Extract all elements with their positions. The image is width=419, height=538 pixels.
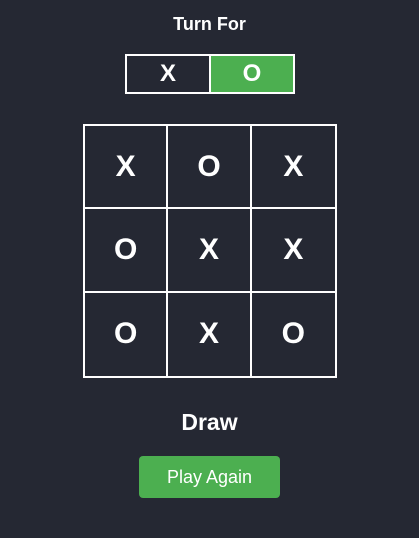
board-cell-6[interactable]: X [251,209,335,293]
turn-x-indicator: X [127,56,211,92]
board-cell-4[interactable]: O [85,209,169,293]
play-again-button[interactable]: Play Again [139,456,280,498]
game-result: Draw [181,409,238,435]
board-cell-7[interactable]: O [85,292,169,376]
turn-title: Turn For [173,14,246,34]
board-cell-5[interactable]: X [168,209,252,293]
board-cell-8[interactable]: X [168,292,252,376]
board-cell-1[interactable]: X [85,126,169,210]
game-board: X O X O X X O X O [83,124,337,378]
tic-tac-toe-app: Turn For X O X O X O X X O X O Draw Play… [0,0,419,538]
board-cell-2[interactable]: O [168,126,252,210]
board-cell-9[interactable]: O [252,293,335,376]
turn-indicator: X O [125,54,295,94]
board-cell-3[interactable]: X [251,126,335,210]
turn-o-indicator: O [211,56,293,92]
